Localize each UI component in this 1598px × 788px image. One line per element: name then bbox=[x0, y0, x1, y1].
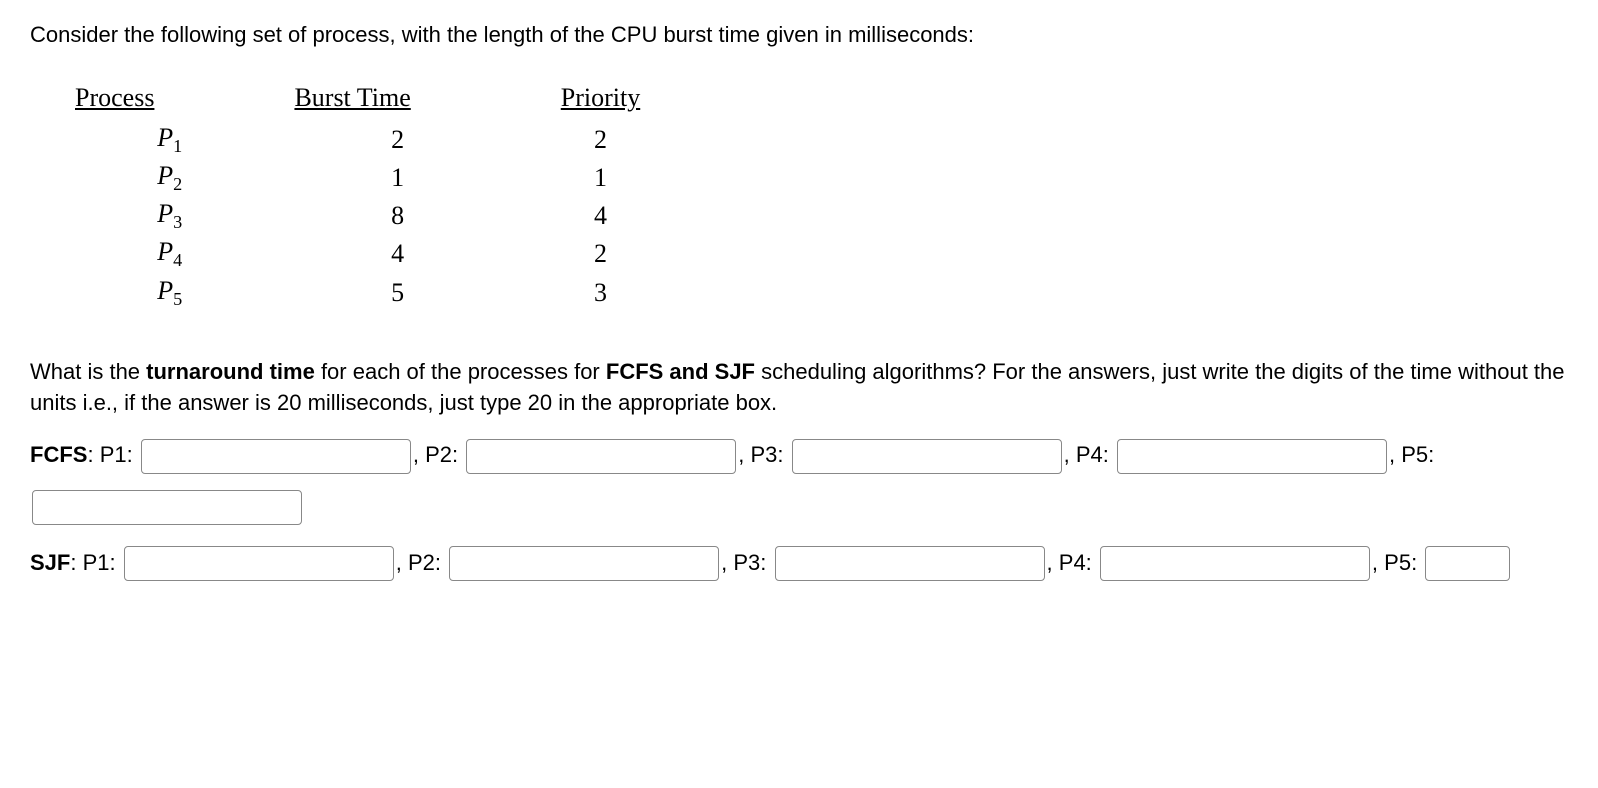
sjf-p4-input[interactable] bbox=[1100, 546, 1370, 581]
fcfs-p4-input[interactable] bbox=[1117, 439, 1387, 474]
burst-val: 1 bbox=[264, 159, 530, 197]
label-p2: P2: bbox=[425, 442, 458, 467]
burst-val: 4 bbox=[264, 235, 530, 273]
label-p5: P5: bbox=[1384, 550, 1417, 575]
sjf-p3-input[interactable] bbox=[775, 546, 1045, 581]
col-burst: Burst Time bbox=[264, 81, 530, 121]
fcfs-p2-input[interactable] bbox=[466, 439, 736, 474]
sjf-label: SJF bbox=[30, 550, 70, 575]
process-sub: 1 bbox=[173, 136, 182, 156]
priority-val: 2 bbox=[531, 235, 670, 273]
sjf-row: SJF: P1: , P2: , P3: , P4: , P5: bbox=[30, 538, 1568, 589]
fcfs-p5-input[interactable] bbox=[32, 490, 302, 525]
burst-val: 2 bbox=[264, 121, 530, 159]
process-sub: 5 bbox=[173, 289, 182, 309]
table-row: P5 5 3 bbox=[75, 274, 670, 312]
label-p1: P1: bbox=[83, 550, 116, 575]
intro-text: Consider the following set of process, w… bbox=[30, 20, 1568, 51]
label-p4: P4: bbox=[1059, 550, 1092, 575]
process-name: P bbox=[157, 237, 173, 266]
table-row: P3 8 4 bbox=[75, 197, 670, 235]
process-name: P bbox=[157, 199, 173, 228]
sjf-p5-input[interactable] bbox=[1425, 546, 1510, 581]
process-table: Process Burst Time Priority P1 2 2 P2 1 … bbox=[75, 81, 670, 312]
col-process: Process bbox=[75, 81, 264, 121]
table-row: P4 4 2 bbox=[75, 235, 670, 273]
priority-val: 1 bbox=[531, 159, 670, 197]
label-p1: P1: bbox=[100, 442, 133, 467]
priority-val: 4 bbox=[531, 197, 670, 235]
fcfs-label: FCFS bbox=[30, 442, 87, 467]
label-p2: P2: bbox=[408, 550, 441, 575]
process-name: P bbox=[157, 123, 173, 152]
table-row: P2 1 1 bbox=[75, 159, 670, 197]
label-p3: P3: bbox=[733, 550, 766, 575]
question-text: What is the turnaround time for each of … bbox=[30, 357, 1568, 419]
fcfs-row: FCFS: P1: , P2: , P3: , P4: , P5: bbox=[30, 430, 1568, 531]
process-name: P bbox=[157, 276, 173, 305]
burst-val: 5 bbox=[264, 274, 530, 312]
answers-block: FCFS: P1: , P2: , P3: , P4: , P5: SJF: P… bbox=[30, 430, 1568, 588]
burst-val: 8 bbox=[264, 197, 530, 235]
fcfs-p1-input[interactable] bbox=[141, 439, 411, 474]
fcfs-p3-input[interactable] bbox=[792, 439, 1062, 474]
col-priority: Priority bbox=[531, 81, 670, 121]
sjf-p1-input[interactable] bbox=[124, 546, 394, 581]
label-p3: P3: bbox=[750, 442, 783, 467]
process-sub: 3 bbox=[173, 212, 182, 232]
priority-val: 3 bbox=[531, 274, 670, 312]
process-sub: 2 bbox=[173, 174, 182, 194]
process-sub: 4 bbox=[173, 251, 182, 271]
label-p5: P5: bbox=[1401, 442, 1434, 467]
table-row: P1 2 2 bbox=[75, 121, 670, 159]
process-name: P bbox=[157, 161, 173, 190]
priority-val: 2 bbox=[531, 121, 670, 159]
sjf-p2-input[interactable] bbox=[449, 546, 719, 581]
label-p4: P4: bbox=[1076, 442, 1109, 467]
